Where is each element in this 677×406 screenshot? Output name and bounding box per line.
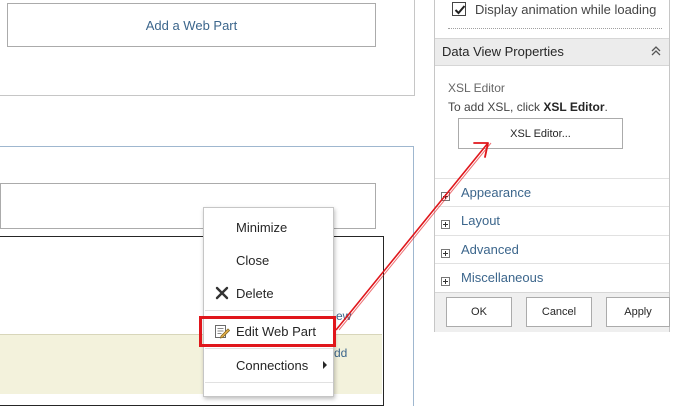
section-label: Layout: [461, 213, 501, 228]
expand-plus-icon: [441, 188, 450, 201]
menu-separator: [205, 348, 333, 349]
partial-link-1[interactable]: ew: [336, 309, 351, 323]
xsl-editor-button-label: XSL Editor...: [510, 127, 571, 140]
checkmark-icon: [454, 5, 466, 15]
submenu-arrow-icon: [323, 361, 327, 369]
menu-item-connections[interactable]: Connections: [204, 351, 333, 379]
section-miscellaneous[interactable]: Miscellaneous: [435, 263, 669, 291]
display-animation-label: Display animation while loading: [475, 2, 657, 17]
partial-link-2[interactable]: dd: [334, 346, 347, 360]
section-layout[interactable]: Layout: [435, 206, 669, 234]
ok-button-label: OK: [471, 306, 487, 318]
apply-button[interactable]: Apply: [606, 297, 670, 327]
xsl-editor-heading: XSL Editor: [448, 81, 505, 95]
ok-button[interactable]: OK: [446, 297, 512, 327]
section-appearance[interactable]: Appearance: [435, 178, 669, 206]
cancel-button-label: Cancel: [541, 306, 577, 318]
menu-item-label: Close: [236, 252, 270, 268]
expand-plus-icon: [441, 245, 450, 258]
expand-plus-icon: [441, 216, 450, 229]
web-part-context-menu: Minimize Close Delete Edit Web Part Conn…: [203, 207, 334, 397]
delete-x-icon: [214, 285, 230, 301]
menu-item-close[interactable]: Close: [204, 246, 333, 274]
annotation-highlight-box: [199, 316, 336, 347]
menu-separator: [205, 382, 333, 383]
add-web-part-label: Add a Web Part: [145, 17, 238, 33]
xsl-editor-button[interactable]: XSL Editor...: [458, 118, 623, 149]
menu-separator: [205, 310, 333, 311]
data-view-properties-title: Data View Properties: [442, 44, 564, 59]
apply-button-label: Apply: [624, 306, 652, 318]
section-label: Appearance: [461, 185, 532, 200]
expand-plus-icon: [441, 273, 450, 286]
add-web-part-button[interactable]: Add a Web Part: [7, 3, 376, 47]
section-advanced[interactable]: Advanced: [435, 235, 669, 263]
section-label: Miscellaneous: [461, 270, 544, 285]
display-animation-checkbox[interactable]: [452, 2, 466, 16]
menu-item-label: Minimize: [236, 219, 288, 235]
cancel-button[interactable]: Cancel: [526, 297, 592, 327]
dotted-divider: [448, 28, 662, 29]
section-label: Advanced: [461, 242, 519, 257]
menu-item-label: Delete: [236, 285, 274, 301]
collapse-chevron-icon[interactable]: [649, 43, 663, 59]
menu-item-label: Connections: [236, 357, 309, 373]
menu-item-delete[interactable]: Delete: [204, 279, 333, 307]
xsl-editor-description: To add XSL, click XSL Editor.: [448, 100, 608, 114]
menu-item-minimize[interactable]: Minimize: [204, 213, 333, 241]
